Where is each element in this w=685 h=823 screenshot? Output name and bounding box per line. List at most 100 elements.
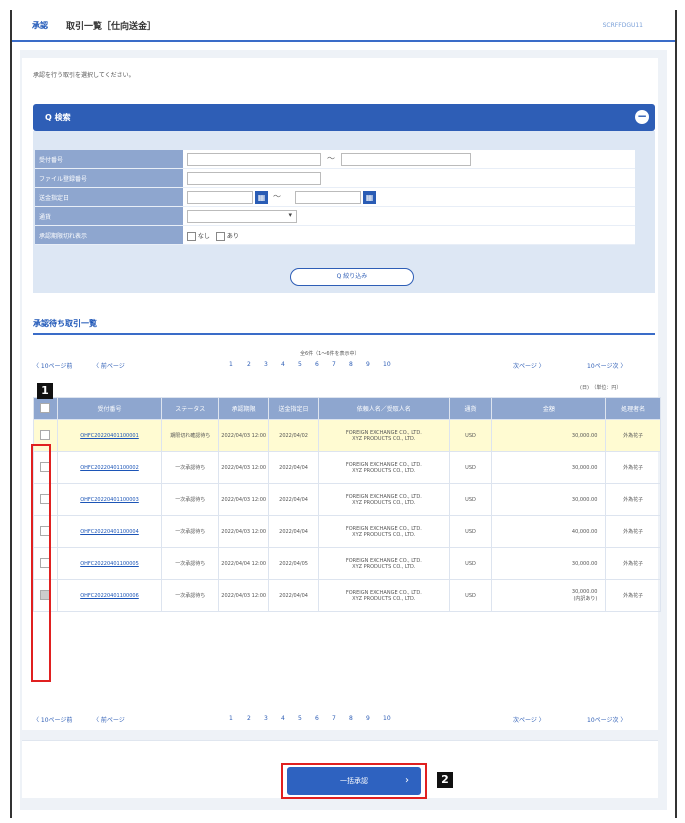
option-yes-label: あり [226, 233, 239, 240]
checkbox-column-highlight [31, 444, 51, 682]
page-link[interactable]: 1 [229, 361, 233, 368]
amount-cell: 30,000.00 [491, 419, 607, 452]
page-link[interactable]: 8 [349, 715, 353, 722]
currency-cell: USD [448, 451, 493, 484]
receipt-link[interactable]: OHFC20220401100004 [56, 515, 163, 548]
date-to-input[interactable] [295, 191, 361, 204]
field-label: 通貨 [35, 207, 183, 226]
date-from-input[interactable] [187, 191, 253, 204]
page-link[interactable]: 9 [366, 361, 370, 368]
prev10-link[interactable]: 〈 10ページ前 [33, 361, 72, 370]
result-count: 全6件（1〜6件を表示中） [300, 351, 360, 357]
currency-cell: USD [448, 483, 493, 516]
col-header: ステータス [161, 397, 220, 420]
table-row[interactable]: OHFC20220401100006 一次承認待ち 2022/04/03 12:… [33, 579, 661, 612]
page-link[interactable]: 6 [315, 715, 319, 722]
date-cell: 2022/04/04 [268, 483, 319, 516]
table-row[interactable]: OHFC20220401100005 一次承認待ち 2022/04/04 12:… [33, 547, 661, 580]
narrow-button[interactable]: Q 絞り込み [290, 268, 414, 286]
search-row-date: 送金指定日 ▦ 〜 ▦ [35, 188, 635, 207]
deadline-cell: 2022/04/03 12:00 [218, 579, 270, 612]
file-number-input[interactable] [187, 172, 321, 185]
next-link[interactable]: 次ページ 〉 [513, 715, 545, 724]
receipt-link[interactable]: OHFC20220401100003 [56, 483, 163, 516]
col-header: 承認期限 [218, 397, 270, 420]
col-header: 通貨 [448, 397, 493, 420]
user-cell: 外為花子 [605, 515, 661, 548]
party-cell: FOREIGN EXCHANGE CO., LTD. XYZ PRODUCTS C… [318, 579, 450, 612]
page-link[interactable]: 2 [247, 361, 251, 368]
prev-link[interactable]: 〈 前ページ [93, 361, 125, 370]
col-header: 依頼人名／受取人名 [318, 397, 450, 420]
page-link[interactable]: 8 [349, 361, 353, 368]
pager-bottom: 〈 10ページ前 〈 前ページ 1 2 3 4 5 6 7 8 9 10 次ペー… [33, 713, 663, 727]
field-label: 承認期限切れ表示 [35, 226, 183, 245]
user-cell: 外為花子 [605, 547, 661, 580]
page-link[interactable]: 4 [281, 361, 285, 368]
search-header[interactable]: Q 検索 − [33, 104, 655, 131]
search-row-currency: 通貨 ▾ [35, 207, 635, 226]
section-divider [33, 333, 655, 335]
page-link[interactable]: 3 [264, 361, 268, 368]
page-link[interactable]: 2 [247, 715, 251, 722]
status-cell: 一次承認待ち [161, 515, 220, 548]
receipt-link[interactable]: OHFC20220401100006 [56, 579, 163, 612]
receipt-link[interactable]: OHFC20220401100002 [56, 451, 163, 484]
next10-link[interactable]: 10ページ次 〉 [587, 715, 626, 724]
page-link[interactable]: 6 [315, 361, 319, 368]
calendar-icon[interactable]: ▦ [255, 191, 268, 204]
page-link[interactable]: 7 [332, 361, 336, 368]
page-link[interactable]: 4 [281, 715, 285, 722]
col-header: 受付番号 [56, 397, 163, 420]
page-link[interactable]: 5 [298, 715, 302, 722]
select-all-checkbox[interactable] [40, 402, 51, 413]
table-row[interactable]: OHFC20220401100003 一次承認待ち 2022/04/03 12:… [33, 483, 661, 516]
party-cell: FOREIGN EXCHANGE CO., LTD. XYZ PRODUCTS C… [318, 483, 450, 516]
page-link[interactable]: 10 [383, 361, 391, 368]
receiver-name: XYZ PRODUCTS CO., LTD. [352, 563, 416, 570]
next10-link[interactable]: 10ページ次 〉 [587, 361, 626, 370]
amount-cell: 40,000.00 [491, 515, 607, 548]
list-title: 承認待ち取引一覧 [33, 319, 97, 328]
user-cell: 外為花子 [605, 579, 661, 612]
select-all-header [33, 397, 58, 420]
checkbox-none[interactable] [187, 232, 196, 241]
date-cell: 2022/04/04 [268, 515, 319, 548]
page-title: 取引一覧［仕向送金］ [66, 21, 157, 32]
checkbox-yes[interactable] [215, 232, 225, 241]
receipt-link[interactable]: OHFC20220401100005 [56, 547, 163, 580]
table-row[interactable]: OHFC20220401100004 一次承認待ち 2022/04/03 12:… [33, 515, 661, 548]
row-checkbox[interactable] [40, 429, 51, 440]
table-row[interactable]: OHFC20220401100001 期限切れ確認待ち 2022/04/03 1… [33, 419, 661, 452]
party-cell: FOREIGN EXCHANGE CO., LTD. XYZ PRODUCTS C… [318, 451, 450, 484]
receipt-to-input[interactable] [341, 153, 471, 166]
prev-link[interactable]: 〈 前ページ [93, 715, 125, 724]
page-link[interactable]: 10 [383, 715, 391, 722]
page-link[interactable]: 3 [264, 715, 268, 722]
page-link[interactable]: 1 [229, 715, 233, 722]
prev10-link[interactable]: 〈 10ページ前 [33, 715, 72, 724]
page-link[interactable]: 9 [366, 715, 370, 722]
party-cell: FOREIGN EXCHANGE CO., LTD. XYZ PRODUCTS C… [318, 419, 450, 452]
status-cell: 一次承認待ち [161, 483, 220, 516]
table-row[interactable]: OHFC20220401100002 一次承認待ち 2022/04/03 12:… [33, 451, 661, 484]
receipt-link[interactable]: OHFC20220401100001 [56, 419, 163, 452]
calendar-icon[interactable]: ▦ [363, 191, 376, 204]
receiver-name: XYZ PRODUCTS CO., LTD. [352, 531, 416, 538]
search-row-receipt: 受付番号 〜 [35, 150, 635, 169]
page-link[interactable]: 5 [298, 361, 302, 368]
deadline-cell: 2022/04/03 12:00 [218, 483, 270, 516]
date-cell: 2022/04/04 [268, 579, 319, 612]
col-header: 金額 [491, 397, 607, 420]
currency-select[interactable]: ▾ [187, 210, 297, 223]
page-link[interactable]: 7 [332, 715, 336, 722]
col-header: 処理者名 [605, 397, 661, 420]
transaction-table: 受付番号 ステータス 承認期限 送金指定日 依頼人名／受取人名 通貨 金額 処理… [33, 397, 661, 612]
status-cell: 一次承認待ち [161, 451, 220, 484]
next-link[interactable]: 次ページ 〉 [513, 361, 545, 370]
user-cell: 外為花子 [605, 451, 661, 484]
status-cell: 期限切れ確認待ち [161, 419, 220, 452]
receiver-name: XYZ PRODUCTS CO., LTD. [352, 435, 416, 442]
collapse-icon[interactable]: − [635, 110, 649, 124]
receipt-from-input[interactable] [187, 153, 321, 166]
